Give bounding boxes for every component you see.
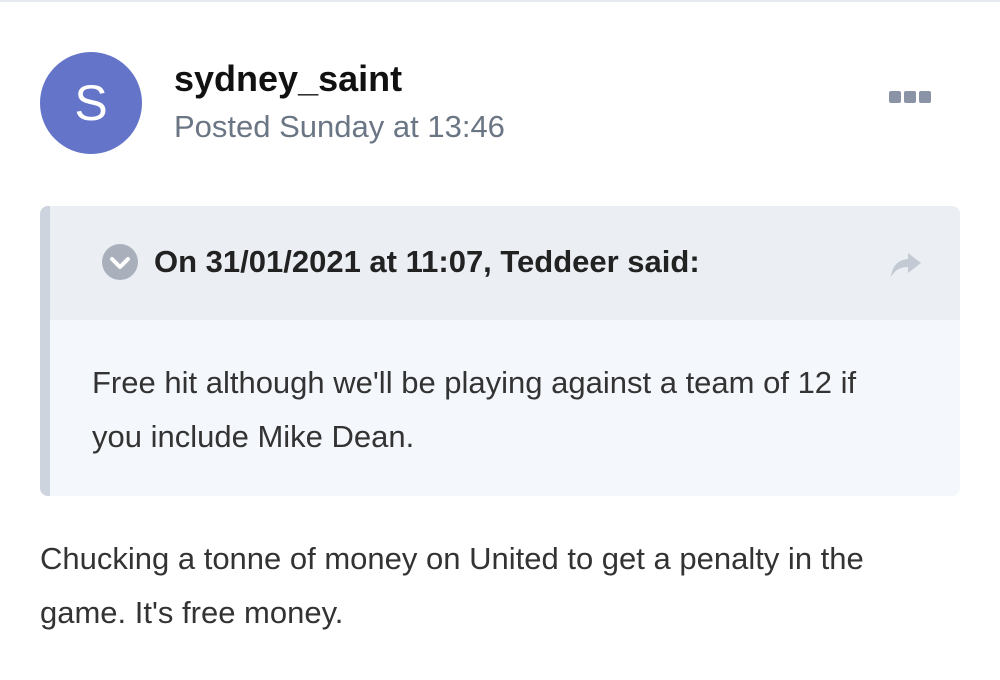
quote-accent-bar [40, 206, 50, 496]
chevron-down-icon[interactable] [102, 244, 138, 280]
author-name[interactable]: sydney_saint [174, 57, 402, 101]
quote-citation: On 31/01/2021 at 11:07, Teddeer said: [154, 244, 700, 279]
post-date: Posted Sunday at 13:46 [174, 109, 505, 144]
avatar[interactable]: S [40, 52, 142, 154]
post-body: Chucking a tonne of money on United to g… [40, 541, 864, 630]
share-arrow-icon[interactable] [888, 250, 924, 280]
more-options-button[interactable] [886, 85, 934, 109]
top-divider [0, 0, 1000, 2]
quote-header: On 31/01/2021 at 11:07, Teddeer said: [50, 206, 960, 320]
quote-text: Free hit although we'll be playing again… [92, 365, 857, 454]
ellipsis-icon [919, 91, 931, 103]
ellipsis-icon [904, 91, 916, 103]
quote-block: On 31/01/2021 at 11:07, Teddeer said: Fr… [40, 206, 960, 496]
ellipsis-icon [889, 91, 901, 103]
